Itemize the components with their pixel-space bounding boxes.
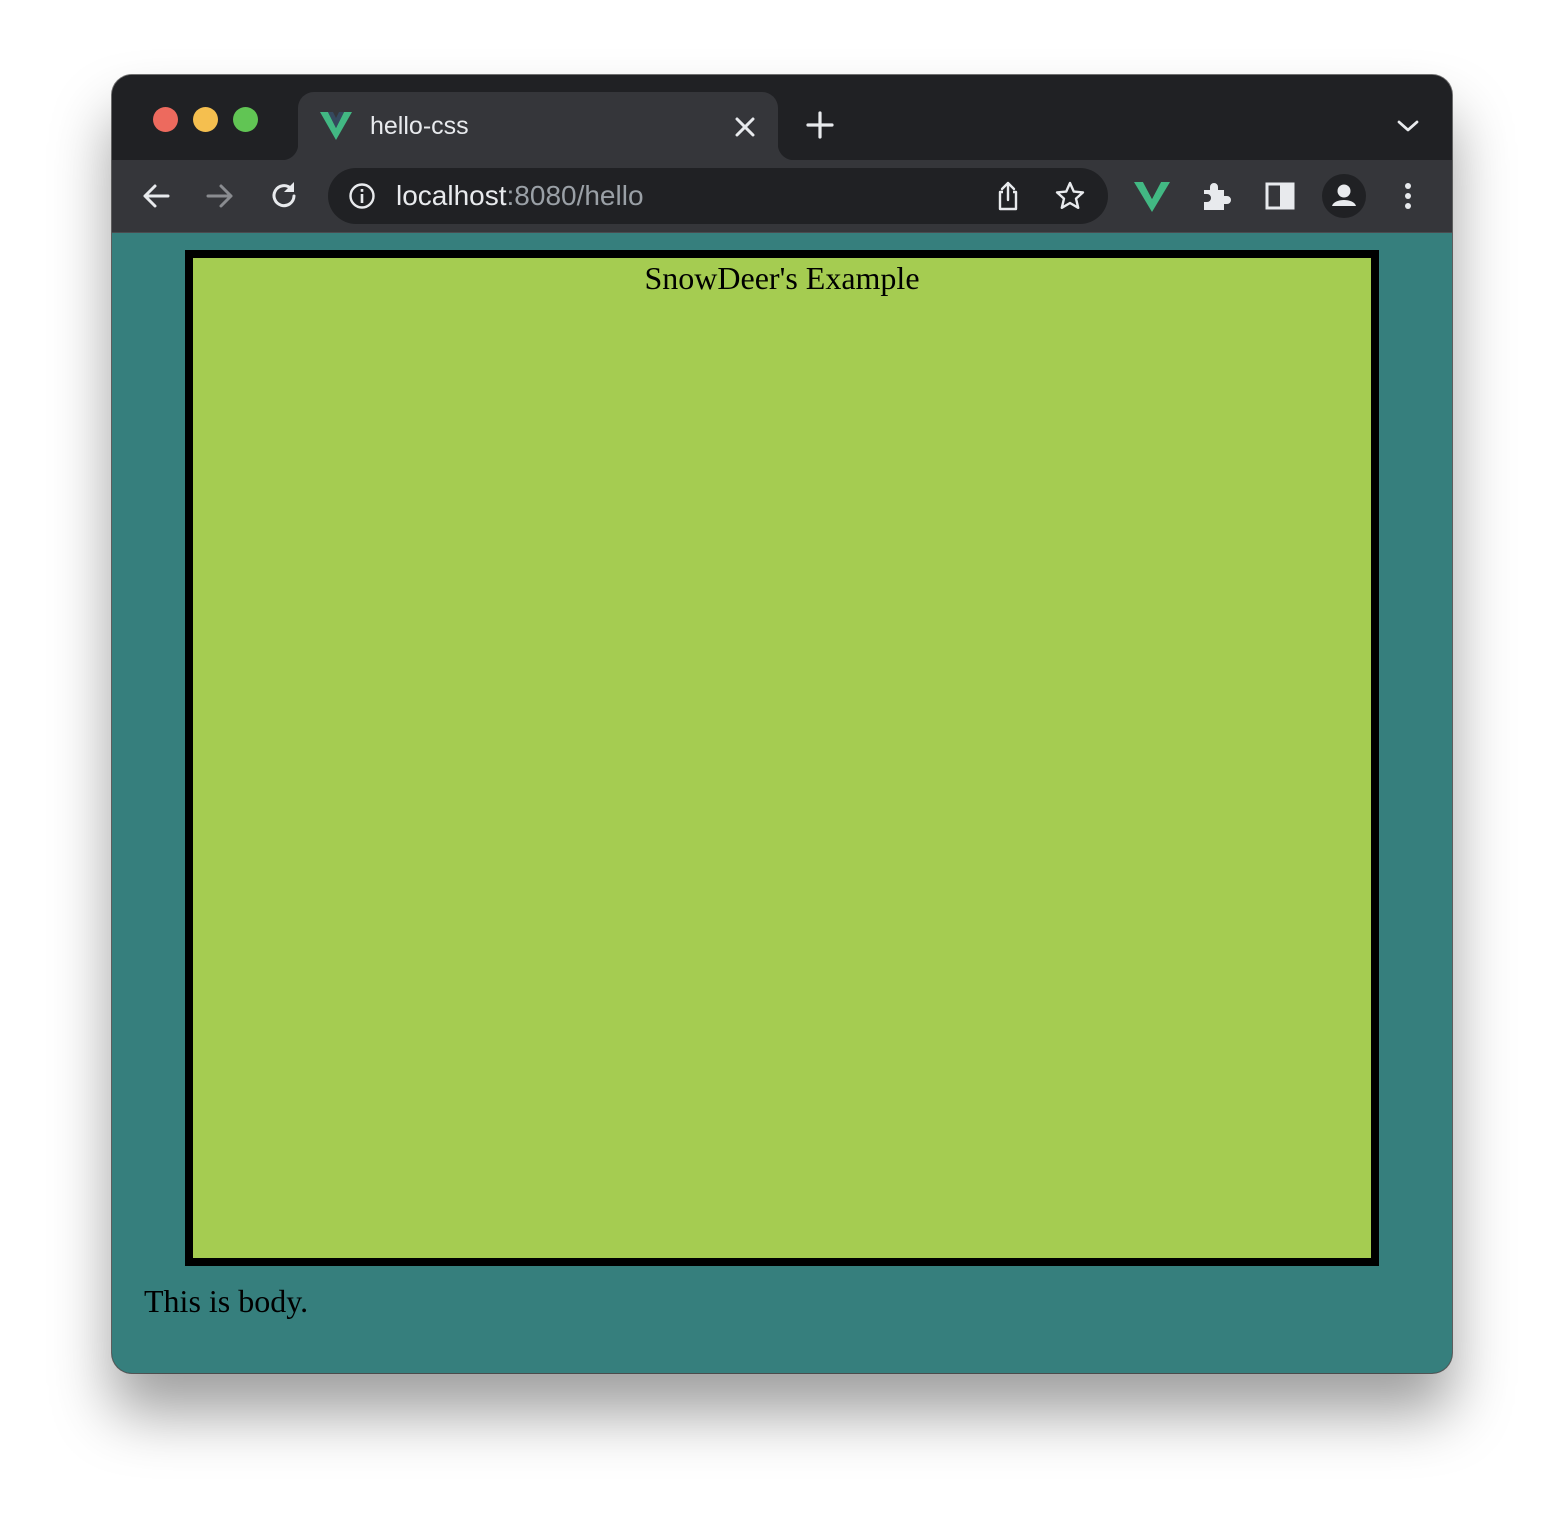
box-title: SnowDeer's Example [644,260,920,296]
share-icon[interactable] [992,180,1024,212]
vue-devtools-icon[interactable] [1134,180,1170,212]
vue-logo-icon [320,112,352,140]
close-icon[interactable] [730,112,760,142]
tab-hello-css[interactable]: hello-css [282,92,794,160]
plus-icon[interactable] [805,110,835,140]
reload-icon[interactable] [266,178,302,214]
close-window-button[interactable] [153,107,178,132]
extensions-icon[interactable] [1198,178,1234,214]
chevron-down-icon[interactable] [1394,115,1422,137]
menu-icon[interactable] [1390,178,1426,214]
url-text[interactable]: localhost:8080/hello [396,178,644,214]
info-icon[interactable] [348,182,376,210]
browser-window: hello-css localhost:8080/hello SnowDeer'… [112,75,1452,1373]
profile-icon[interactable] [1322,174,1366,218]
back-icon[interactable] [138,178,174,214]
tab-title: hello-css [370,112,469,140]
tab-strip: hello-css [112,75,1452,160]
body-text: This is body. [144,1283,309,1319]
minimize-window-button[interactable] [193,107,218,132]
url-path: :8080/hello [506,180,644,211]
url-host: localhost [396,180,507,211]
maximize-window-button[interactable] [233,107,258,132]
page-content: SnowDeer's Example This is body. [112,233,1452,1373]
star-icon[interactable] [1054,180,1086,212]
toolbar: localhost:8080/hello [112,160,1452,233]
side-panel-icon[interactable] [1262,178,1298,214]
address-bar[interactable]: localhost:8080/hello [328,168,1108,224]
example-box: SnowDeer's Example [185,250,1379,1266]
forward-icon[interactable] [202,178,238,214]
